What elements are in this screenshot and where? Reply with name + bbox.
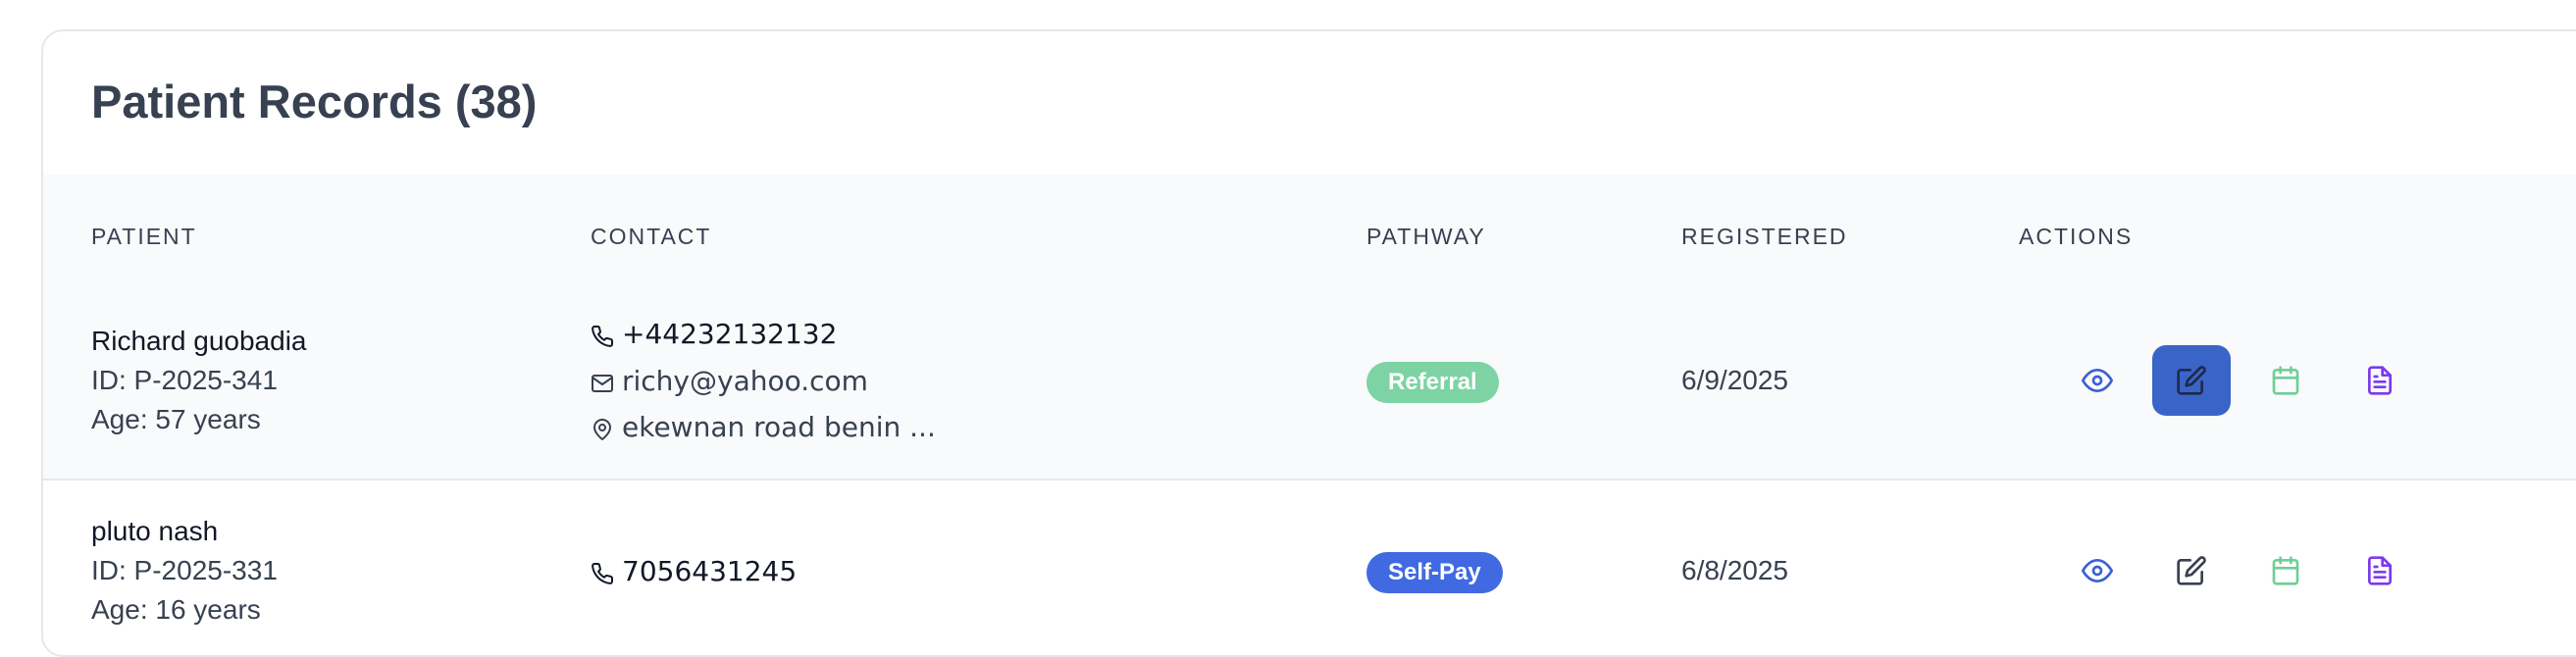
page-title: Patient Records (38) xyxy=(91,76,538,127)
records-button[interactable] xyxy=(2341,535,2419,606)
mail-icon xyxy=(591,370,614,393)
email-text: richy@yahoo.com xyxy=(622,365,868,397)
column-header-pathway: PATHWAY xyxy=(1366,224,1486,249)
edit-button[interactable] xyxy=(2152,535,2231,606)
view-button[interactable] xyxy=(2058,535,2137,606)
edit-icon xyxy=(2177,366,2206,395)
schedule-button[interactable] xyxy=(2246,345,2325,416)
calendar-icon xyxy=(2272,556,2299,585)
column-header-actions: ACTIONS xyxy=(2019,224,2134,249)
contact-phone: +44232132132 xyxy=(591,318,837,350)
registered-date: 6/9/2025 xyxy=(1681,365,1788,395)
table-row: pluto nash ID: P-2025-331 Age: 16 years … xyxy=(43,480,2576,655)
document-icon xyxy=(2368,366,2392,395)
registered-date: 6/8/2025 xyxy=(1681,555,1788,585)
records-button[interactable] xyxy=(2341,345,2419,416)
patient-age: Age: 16 years xyxy=(91,594,261,625)
eye-icon xyxy=(2082,559,2113,582)
view-button[interactable] xyxy=(2058,345,2137,416)
patient-name: pluto nash xyxy=(91,516,219,546)
pathway-badge: Referral xyxy=(1366,362,1499,403)
table-header: PATIENT CONTACT PATHWAY REGISTERED ACTIO… xyxy=(43,175,2576,282)
address-text: ekewnan road benin ... xyxy=(622,411,936,443)
document-icon xyxy=(2368,556,2392,585)
table-row: Richard guobadia ID: P-2025-341 Age: 57 … xyxy=(43,282,2576,480)
column-header-registered: REGISTERED xyxy=(1681,224,1848,249)
contact-phone: 7056431245 xyxy=(591,555,797,587)
eye-icon xyxy=(2082,369,2113,392)
patient-id: ID: P-2025-341 xyxy=(91,365,278,395)
edit-icon xyxy=(2177,556,2206,585)
patient-id: ID: P-2025-331 xyxy=(91,555,278,585)
patient-name: Richard guobadia xyxy=(91,326,307,356)
phone-icon xyxy=(591,560,614,584)
column-header-patient: PATIENT xyxy=(91,224,197,249)
schedule-button[interactable] xyxy=(2246,535,2325,606)
pathway-badge: Self-Pay xyxy=(1366,552,1503,593)
patient-records-card: Patient Records (38) PATIENT CONTACT PAT… xyxy=(41,29,2576,657)
patient-age: Age: 57 years xyxy=(91,404,261,434)
phone-text: 7056431245 xyxy=(622,555,798,587)
contact-email: richy@yahoo.com xyxy=(591,365,868,397)
map-pin-icon xyxy=(591,416,614,440)
edit-button[interactable] xyxy=(2152,345,2231,416)
calendar-icon xyxy=(2272,366,2299,395)
contact-address: ekewnan road benin ... xyxy=(591,411,936,443)
phone-text: +44232132132 xyxy=(622,318,838,350)
phone-icon xyxy=(591,323,614,347)
column-header-contact: CONTACT xyxy=(591,224,712,249)
